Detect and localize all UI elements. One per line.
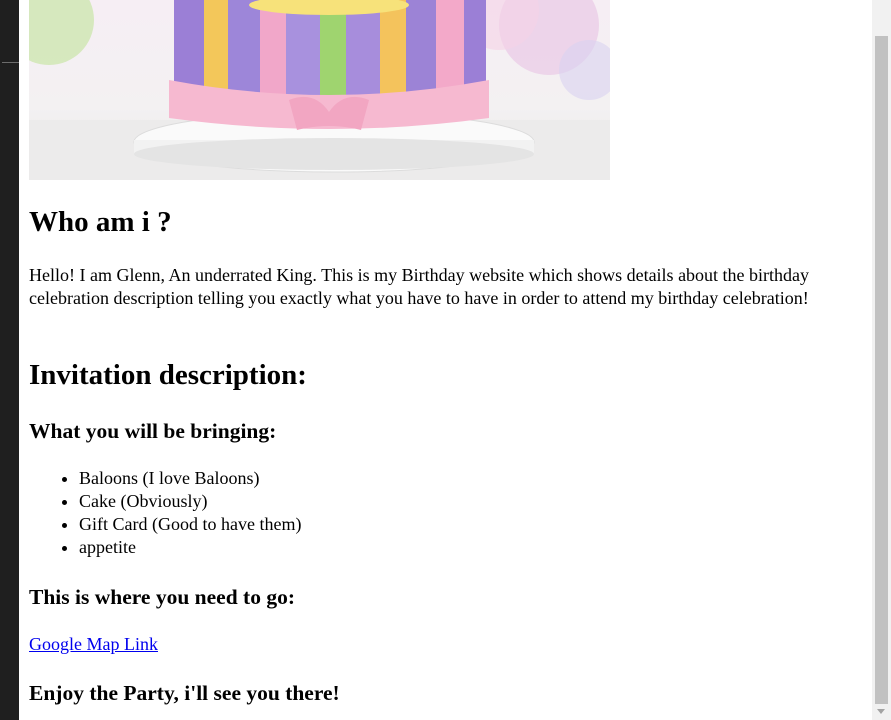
list-item: appetite: [79, 536, 301, 559]
edge-marker: [2, 62, 19, 63]
list-item: Gift Card (Good to have them): [79, 513, 301, 536]
list-item: Cake (Obviously): [79, 490, 301, 513]
about-title: Who am i ?: [29, 206, 172, 238]
birthday-cake-image: [29, 0, 610, 180]
closing-text: Enjoy the Party, i'll see you there!: [29, 681, 340, 705]
about-text: Hello! I am Glenn, An underrated King. T…: [29, 265, 810, 308]
list-item: Baloons (I love Baloons): [79, 467, 301, 490]
invitation-title: Invitation description:: [29, 359, 307, 391]
location-title: This is where you need to go:: [29, 585, 295, 609]
page-viewport: Who am i ? Hello! I am Glenn, An underra…: [19, 0, 872, 720]
google-map-link[interactable]: Google Map Link: [29, 633, 158, 656]
scrollbar-thumb[interactable]: [875, 36, 888, 704]
scroll-down-arrow-icon[interactable]: [877, 709, 885, 714]
window-left-edge: [0, 0, 19, 720]
cake-illustration: [29, 0, 610, 180]
bring-list: Baloons (I love Baloons) Cake (Obviously…: [29, 467, 301, 559]
vertical-scrollbar[interactable]: [872, 0, 891, 720]
bring-title: What you will be bringing:: [29, 419, 277, 443]
